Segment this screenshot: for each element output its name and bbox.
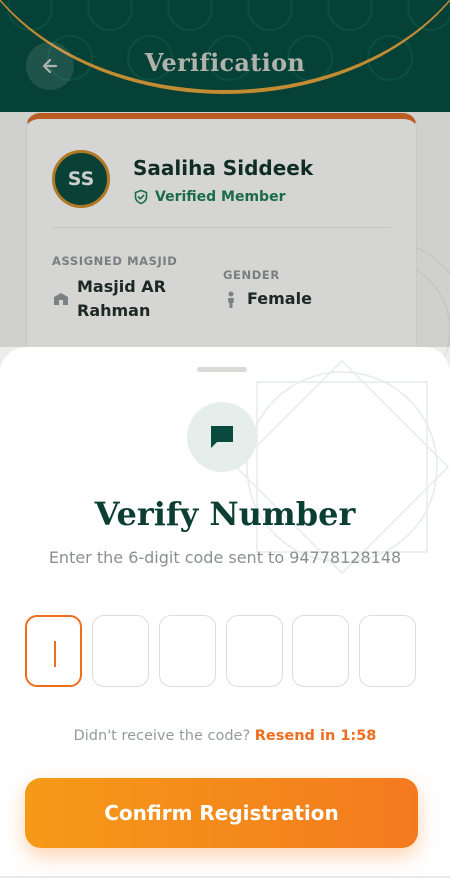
page-title: Verification — [144, 48, 306, 77]
otp-input-3[interactable] — [159, 615, 216, 687]
gender-value: Female — [247, 289, 312, 308]
resend-prompt: Didn't receive the code? — [73, 728, 251, 744]
otp-input-1[interactable] — [25, 615, 82, 687]
otp-input-6[interactable] — [359, 615, 416, 687]
avatar: SS — [52, 150, 110, 208]
message-badge — [187, 402, 257, 472]
resend-row: Didn't receive the code? Resend in 1:58 — [0, 728, 450, 744]
masjid-label: ASSIGNED MASJID — [52, 254, 178, 268]
confirm-registration-button[interactable]: Confirm Registration — [25, 778, 418, 848]
verify-bottom-sheet: Verify Number Enter the 6-digit code sen… — [0, 347, 450, 878]
otp-input-2[interactable] — [92, 615, 149, 687]
masjid-value-line-1: Masjid AR — [77, 277, 166, 296]
masjid-value-line-2: Rahman — [77, 301, 151, 320]
text-caret — [54, 641, 56, 667]
masjid-value: Masjid AR Rahman — [77, 275, 166, 323]
verify-title: Verify Number — [94, 495, 356, 533]
person-icon — [228, 291, 234, 308]
resend-link[interactable]: Resend in 1:58 — [255, 728, 377, 744]
member-name: Saaliha Siddeek — [133, 156, 314, 180]
profile-card: SS Saaliha Siddeek Verified Member ASSIG… — [26, 113, 417, 373]
gender-label: GENDER — [223, 268, 280, 282]
otp-input-5[interactable] — [292, 615, 349, 687]
app-header: Verification — [0, 0, 450, 112]
chat-bubble-icon — [211, 426, 233, 448]
card-divider — [52, 227, 391, 228]
mosque-icon — [54, 293, 68, 305]
otp-input-4[interactable] — [226, 615, 283, 687]
verify-subtitle: Enter the 6-digit code sent to 947781281… — [48, 548, 402, 567]
sheet-drag-handle[interactable] — [197, 367, 247, 372]
verified-badge: Verified Member — [133, 189, 285, 205]
shield-check-icon — [134, 189, 148, 205]
verified-status: Verified Member — [155, 189, 286, 205]
